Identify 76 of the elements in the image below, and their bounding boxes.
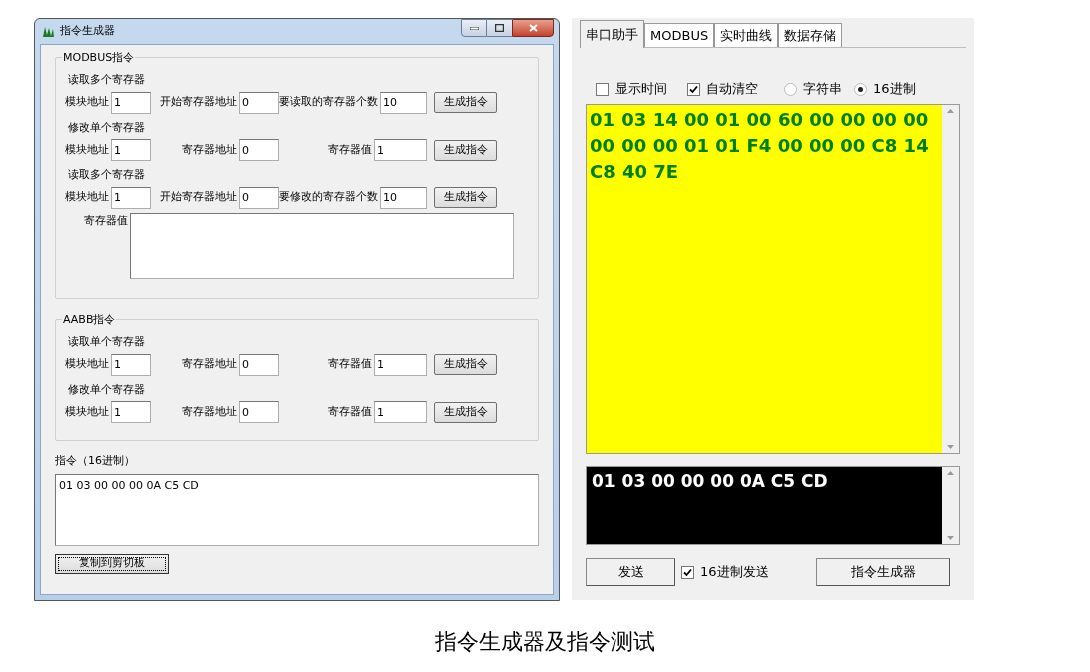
- option-label: 字符串: [803, 80, 842, 99]
- input-field[interactable]: 1: [111, 401, 151, 423]
- input-field[interactable]: 1: [374, 139, 427, 161]
- field-label: 模块地址: [65, 189, 109, 206]
- tab[interactable]: MODBUS: [644, 23, 715, 47]
- option-label: 显示时间: [615, 80, 667, 99]
- scroll-up-icon: [947, 471, 954, 475]
- input-field[interactable]: 1: [111, 139, 151, 161]
- close-icon: [528, 24, 538, 32]
- figure-caption: 指令生成器及指令测试: [435, 628, 655, 656]
- checkbox[interactable]: [687, 82, 700, 96]
- minimize-icon: [469, 26, 479, 30]
- tab[interactable]: 数据存储: [778, 23, 843, 47]
- field-label: 寄存器值: [328, 141, 372, 158]
- close-button[interactable]: [512, 19, 554, 37]
- field-label: 开始寄存器地址: [160, 94, 237, 111]
- field-label: 寄存器地址: [182, 403, 237, 420]
- input-field[interactable]: 1: [374, 353, 427, 376]
- output-label: 指令（16进制）: [55, 453, 136, 469]
- field-label: 模块地址: [65, 141, 109, 158]
- input-field[interactable]: 10: [380, 186, 427, 209]
- send-button[interactable]: 发送: [586, 558, 675, 586]
- field-label: 寄存器值: [83, 212, 128, 229]
- receive-text-area[interactable]: 01 03 14 00 01 00 60 00 00 00 00 00 00 00 01 01 F4 00 00 00 C8 14 C8 40 7E: [587, 105, 942, 453]
- window-title: 指令生成器: [60, 23, 115, 40]
- input-field[interactable]: 10: [380, 91, 427, 114]
- maximize-icon: [495, 24, 504, 32]
- section-title: 读取多个寄存器: [68, 72, 146, 88]
- field-label: 模块地址: [65, 403, 109, 420]
- copy-button[interactable]: 复制到剪切板: [55, 553, 169, 574]
- checkmark-icon: [689, 84, 698, 94]
- section-title: 修改单个寄存器: [68, 381, 146, 398]
- field-label: 要修改的寄存器个数: [279, 189, 378, 206]
- maximize-button[interactable]: [487, 19, 512, 37]
- option-label: 自动清空: [706, 80, 758, 99]
- checkbox[interactable]: [681, 565, 694, 579]
- input-field[interactable]: 1: [111, 353, 151, 376]
- radio-button[interactable]: [784, 82, 797, 96]
- field-label: 寄存器地址: [182, 141, 237, 158]
- input-field[interactable]: 1: [111, 186, 151, 209]
- minimize-button[interactable]: [461, 19, 487, 37]
- option-label: 16进制发送: [700, 563, 769, 582]
- input-field[interactable]: 1: [111, 91, 151, 114]
- input-field[interactable]: 0: [239, 139, 279, 161]
- generate-button[interactable]: 生成指令: [434, 354, 497, 375]
- generate-button[interactable]: 生成指令: [434, 92, 497, 113]
- scroll-down-icon: [947, 445, 954, 449]
- output-text-area[interactable]: 01 03 00 00 00 0A C5 CD: [55, 473, 539, 546]
- generate-button[interactable]: 生成指令: [434, 401, 497, 423]
- field-label: 开始寄存器地址: [160, 189, 237, 206]
- field-label: 要读取的寄存器个数: [279, 94, 378, 111]
- field-label: 寄存器值: [328, 403, 372, 420]
- generate-button[interactable]: 生成指令: [434, 139, 497, 161]
- input-field[interactable]: 0: [239, 186, 279, 209]
- tab[interactable]: 实时曲线: [714, 23, 779, 47]
- scroll-down-icon: [947, 536, 954, 540]
- field-label: 寄存器值: [328, 356, 372, 373]
- generate-button[interactable]: 生成指令: [434, 187, 497, 208]
- section-title: 修改单个寄存器: [68, 119, 146, 136]
- field-label: 模块地址: [65, 356, 109, 373]
- section-title: 读取多个寄存器: [68, 167, 146, 183]
- section-title: 读取单个寄存器: [68, 334, 146, 350]
- input-field[interactable]: 1: [374, 401, 427, 423]
- radio-button[interactable]: [854, 82, 867, 96]
- scroll-up-icon: [947, 109, 954, 113]
- field-label: 模块地址: [65, 94, 109, 111]
- input-field[interactable]: 0: [239, 401, 279, 423]
- input-field[interactable]: 0: [239, 353, 279, 376]
- option-label: 16进制: [873, 80, 916, 99]
- field-label: 寄存器地址: [182, 356, 237, 373]
- checkmark-icon: [683, 567, 692, 577]
- tab[interactable]: 串口助手: [580, 20, 644, 48]
- input-field[interactable]: 0: [239, 91, 279, 114]
- checkbox[interactable]: [596, 82, 609, 96]
- send-text-area[interactable]: 01 03 00 00 00 0A C5 CD: [587, 467, 942, 544]
- generator-button[interactable]: 指令生成器: [816, 558, 950, 586]
